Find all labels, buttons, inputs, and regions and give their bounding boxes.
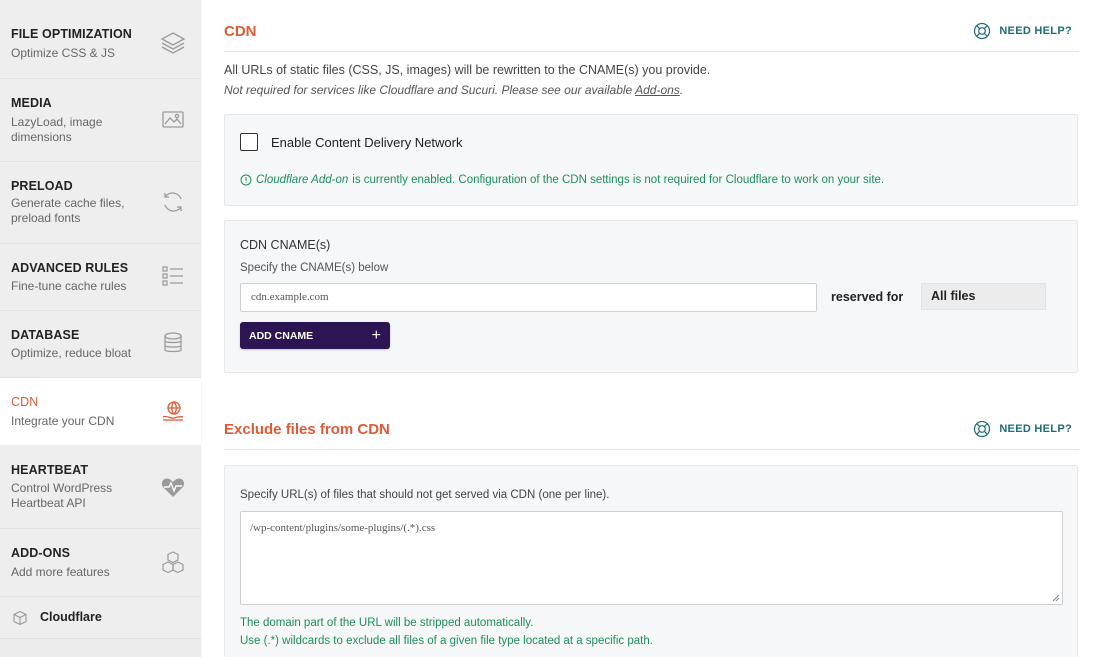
cname-input[interactable]: cdn.example.com: [240, 283, 817, 312]
cubes-icon: [160, 549, 186, 575]
enable-cdn-label[interactable]: Enable Content Delivery Network: [271, 135, 462, 150]
sidebar-item-heartbeat[interactable]: HEARTBEAT Control WordPress Heartbeat AP…: [0, 446, 201, 529]
cdn-icon: [160, 398, 186, 424]
sidebar-item-desc: Generate cache files, preload fonts: [11, 196, 125, 225]
need-help-link[interactable]: NEED HELP?: [973, 420, 1072, 438]
sidebar-item-label: Cloudflare: [40, 610, 102, 624]
notice-addon-name: Cloudflare Add-on: [256, 174, 349, 186]
section-divider: [224, 449, 1079, 450]
sidebar-item-desc: Integrate your CDN: [11, 414, 115, 428]
cname-title: CDN CNAME(s): [240, 238, 331, 252]
sidebar-item-title: FILE OPTIMIZATION: [11, 27, 132, 41]
exclude-files-textarea[interactable]: /wp-content/plugins/some-plugins/(.*).cs…: [240, 511, 1063, 605]
cloudflare-notice: Cloudflare Add-on is currently enabled. …: [240, 174, 884, 186]
note-text: Not required for services like Cloudflar…: [224, 83, 636, 97]
section-divider: [224, 51, 1079, 52]
section-description: All URLs of static files (CSS, JS, image…: [224, 63, 711, 77]
sidebar-item-title: DATABASE: [11, 328, 80, 342]
exclude-files-label: Specify URL(s) of files that should not …: [240, 489, 610, 501]
sidebar-item-file-optimization[interactable]: FILE OPTIMIZATION Optimize CSS & JS: [0, 0, 201, 79]
notice-text: is currently enabled. Configuration of t…: [352, 174, 885, 186]
reserved-for-label: reserved for: [831, 290, 904, 304]
need-help-label: NEED HELP?: [999, 25, 1072, 37]
plus-icon: +: [371, 326, 381, 344]
lifebuoy-icon: [974, 420, 991, 438]
main-content: CDN NEED HELP? All URLs of static files …: [202, 0, 1102, 657]
enable-cdn-checkbox[interactable]: [240, 133, 258, 151]
list-icon: [160, 263, 186, 289]
section-title-exclude: Exclude files from CDN: [224, 421, 390, 438]
layers-icon: [160, 30, 186, 56]
sidebar-item-media[interactable]: MEDIA LazyLoad, image dimensions: [0, 79, 201, 162]
add-cname-label: ADD CNAME: [249, 329, 314, 342]
add-ons-link[interactable]: Add-ons: [635, 83, 680, 97]
sidebar-item-cloudflare[interactable]: Cloudflare: [0, 597, 201, 639]
sidebar-item-cdn[interactable]: CDN Integrate your CDN: [0, 378, 201, 446]
sidebar-item-desc: Control WordPress Heartbeat API: [11, 481, 113, 510]
database-icon: [160, 330, 186, 356]
cname-card: CDN CNAME(s) Specify the CNAME(s) below …: [224, 220, 1078, 373]
cname-description: Specify the CNAME(s) below: [240, 262, 389, 274]
need-help-link[interactable]: NEED HELP?: [973, 22, 1072, 40]
enable-cdn-card: Enable Content Delivery Network Cloudfla…: [224, 114, 1078, 206]
sidebar-item-advanced-rules[interactable]: ADVANCED RULES Fine-tune cache rules: [0, 244, 201, 311]
section-title-cdn: CDN: [224, 23, 257, 40]
exclude-help-text: The domain part of the URL will be strip…: [240, 617, 534, 629]
reserved-for-select[interactable]: All files: [921, 283, 1046, 310]
sidebar-footer: [0, 639, 201, 657]
sidebar-item-title: ADD-ONS: [11, 546, 71, 560]
sidebar-item-desc: Optimize CSS & JS: [11, 46, 116, 60]
settings-sidebar: FILE OPTIMIZATION Optimize CSS & JS MEDI…: [0, 0, 201, 657]
exclude-files-placeholder: /wp-content/plugins/some-plugins/(.*).cs…: [250, 522, 436, 534]
cube-icon: [12, 610, 28, 626]
sidebar-item-database[interactable]: DATABASE Optimize, reduce bloat: [0, 311, 201, 378]
info-icon: [240, 174, 252, 186]
refresh-icon: [160, 189, 186, 215]
sidebar-item-title: CDN: [11, 395, 39, 409]
exclude-files-card: Specify URL(s) of files that should not …: [224, 465, 1078, 657]
heartbeat-icon: [160, 474, 186, 500]
sidebar-item-desc: Add more features: [11, 565, 110, 579]
sidebar-item-title: PRELOAD: [11, 179, 73, 193]
note-end: .: [679, 83, 684, 97]
sidebar-item-desc: Optimize, reduce bloat: [11, 346, 132, 360]
image-icon: [160, 107, 186, 133]
add-cname-button[interactable]: ADD CNAME +: [240, 322, 390, 349]
need-help-label: NEED HELP?: [999, 423, 1072, 435]
sidebar-item-desc: LazyLoad, image dimensions: [11, 115, 103, 144]
sidebar-item-title: HEARTBEAT: [11, 463, 89, 477]
sidebar-item-desc: Fine-tune cache rules: [11, 279, 127, 293]
sidebar-item-title: ADVANCED RULES: [11, 261, 129, 275]
exclude-help-text: Use (.*) wildcards to exclude all files …: [240, 635, 653, 647]
sidebar-item-add-ons[interactable]: ADD-ONS Add more features: [0, 529, 201, 597]
sidebar-item-title: MEDIA: [11, 96, 52, 110]
resize-grip-icon[interactable]: [1051, 593, 1060, 602]
sidebar-item-preload[interactable]: PRELOAD Generate cache files, preload fo…: [0, 162, 201, 244]
lifebuoy-icon: [974, 22, 991, 40]
section-note: Not required for services like Cloudflar…: [224, 83, 683, 97]
